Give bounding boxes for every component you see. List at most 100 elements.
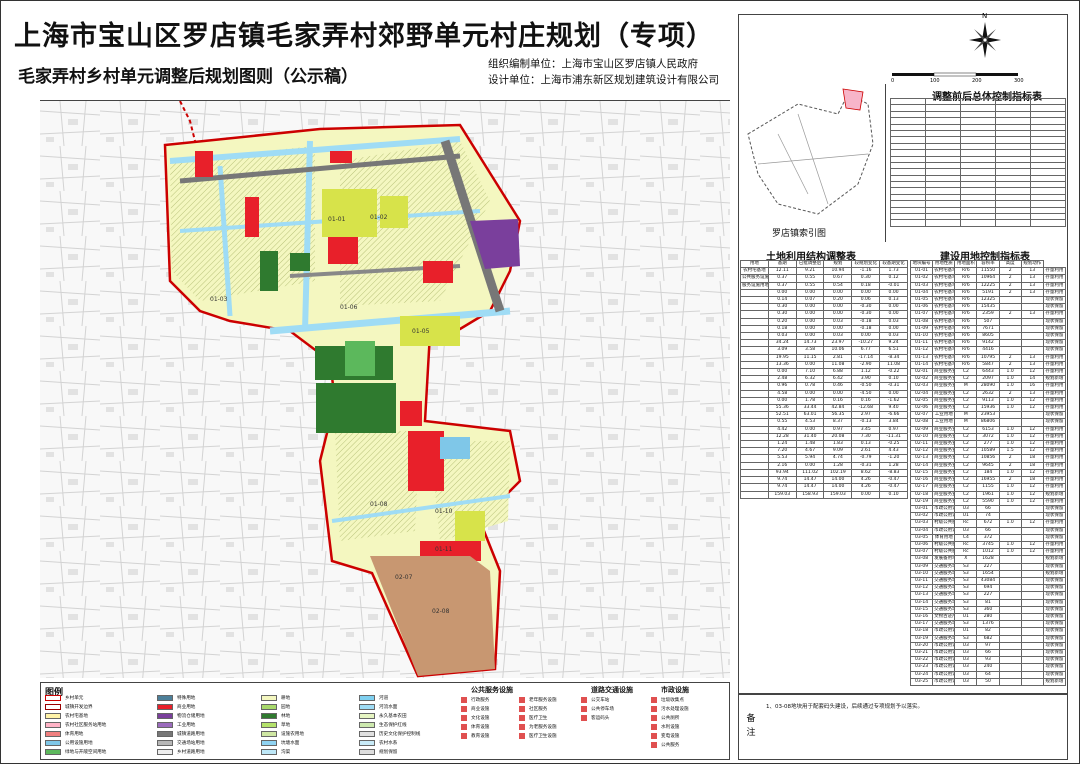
- table-cell: 0.00: [767, 368, 797, 377]
- table-cell: 03-06: [909, 540, 934, 550]
- table-cell: 111.02: [795, 468, 825, 478]
- table-cell: 1.0: [998, 497, 1022, 506]
- table-cell: 存量利用: [1042, 396, 1067, 406]
- table-cell: 1.78: [795, 396, 825, 406]
- commercial-block-7: [408, 431, 444, 491]
- legend-label: 行政服务: [471, 698, 490, 703]
- landuse-row: 159.03 158.93 159.03 0.00 0.10: [740, 490, 908, 499]
- table-cell: [740, 476, 769, 485]
- table-cell: 5191: [976, 288, 1000, 298]
- construction-row: 03-17交通服务场站用地S31376 现状保留: [909, 620, 1067, 629]
- landuse-row: 13.36 0.00 11.08 -2.90 11.08: [740, 360, 908, 370]
- facility-icon: [461, 697, 467, 703]
- table-cell: 12: [1020, 447, 1044, 456]
- construction-row: 03-23市政公用设施用地U3240 现状保留: [909, 663, 1067, 672]
- legend-item: 垃圾收集点: [651, 697, 684, 703]
- legend-label: 文化设施: [471, 716, 490, 721]
- landuse-row: 1.24 1.48 1.83 0.13 -0.25: [740, 440, 908, 449]
- table-cell: 村级公共服务设施用地: [932, 540, 956, 550]
- table-cell: 现状保留: [1042, 641, 1067, 650]
- legend-label: 沟渠: [281, 750, 291, 755]
- table-cell: [740, 432, 769, 442]
- table-cell: 商业服务业用地: [932, 382, 956, 391]
- legend-label: 河道: [379, 696, 389, 701]
- table-cell: [740, 368, 769, 377]
- table-cell: 15435: [976, 303, 1000, 312]
- parcel-label: 01-05: [412, 328, 430, 335]
- legend-label: 城镇道路用地: [177, 732, 205, 737]
- table-cell: 52.51: [767, 411, 797, 420]
- table-cell: [1020, 504, 1044, 514]
- table-cell: 交通服务场站用地: [932, 569, 956, 578]
- organizing-unit: 组织编制单位：上海市宝山区罗店镇人民政府: [488, 58, 698, 70]
- table-cell: Rc: [954, 548, 978, 557]
- legend-label: 水利设施: [661, 725, 680, 730]
- table-cell: 12: [1020, 425, 1044, 434]
- table-cell: [998, 504, 1022, 514]
- legend-swatch: [261, 695, 277, 701]
- table-cell: 02-18: [909, 490, 934, 499]
- landuse-row: 7.20 4.67 9.09 2.61 4.43: [740, 447, 908, 456]
- table-cell: 4416: [976, 346, 1000, 355]
- table-cell: 14.47: [795, 483, 825, 492]
- table-cell: 0.97: [823, 425, 853, 434]
- table-cell: C2: [954, 447, 978, 456]
- parcel-label: 02-08: [432, 608, 450, 615]
- table-cell: 2359: [976, 310, 1000, 319]
- table-cell: 02-07: [909, 411, 934, 420]
- table-cell: 10795: [976, 353, 1000, 362]
- construction-row: 03-07村级公共服务设施用地Rc10121.012存量利用: [909, 548, 1067, 557]
- table-cell: [1020, 339, 1044, 348]
- table-cell: 10.06: [823, 346, 853, 355]
- construction-row: 02-02商业服务业用地C220971.014规划新增: [909, 375, 1067, 384]
- table-cell: 56.35: [823, 411, 853, 420]
- table-cell: 市政公用设施用地: [932, 663, 956, 672]
- table-cell: [740, 447, 769, 456]
- table-cell: 03-01: [909, 504, 934, 514]
- table-cell: 商业服务业用地: [932, 447, 956, 456]
- table-cell: 农村宅基地: [932, 353, 956, 362]
- table-cell: 9113: [976, 396, 1000, 406]
- table-cell: 2: [998, 353, 1022, 362]
- legend-label: 社区服务: [529, 707, 548, 712]
- legend-item: 城镇开发边界: [45, 704, 93, 710]
- parcel-label: 02-07: [395, 574, 413, 581]
- table-cell: [1020, 411, 1044, 420]
- table-cell: 现状保留: [1042, 663, 1067, 672]
- table-cell: -0.01: [879, 281, 908, 290]
- table-cell: 02-02: [909, 375, 934, 384]
- legend-swatch: [157, 731, 173, 737]
- table-cell: 1.5: [998, 447, 1022, 456]
- table-cell: 9.74: [767, 476, 797, 485]
- table-cell: U3: [954, 677, 978, 686]
- table-cell: 2: [998, 288, 1022, 298]
- table-cell: Rr6: [954, 274, 978, 283]
- table-cell: C2: [954, 497, 978, 506]
- table-cell: 0.00: [823, 389, 853, 398]
- legend-label: 公共服务: [661, 743, 680, 748]
- table-cell: -8.83: [879, 468, 908, 478]
- construction-row: 01-09 农村宅基地 Rr6 7671 现状保留: [909, 324, 1067, 334]
- table-cell: 0.16: [851, 396, 881, 406]
- construction-row: 03-12交通服务场站用地S3694 现状保留: [909, 584, 1067, 593]
- table-cell: 商业服务业用地: [932, 432, 956, 442]
- table-cell: 01-11: [909, 339, 934, 348]
- table-cell: S3: [954, 591, 978, 600]
- legend-label: 生态保护红线: [379, 723, 407, 728]
- table-header-cell: 已批调整后: [795, 259, 825, 269]
- table-cell: 0.00: [795, 288, 825, 298]
- table-cell: 03-16: [909, 612, 934, 622]
- table-cell: C2: [954, 468, 978, 478]
- legend-swatch: [45, 731, 61, 737]
- table-cell: 存量利用: [1042, 368, 1067, 377]
- table-cell: 2.61: [851, 447, 881, 456]
- table-cell: 6.32: [795, 375, 825, 384]
- table-cell: 0.00: [823, 288, 853, 298]
- table-header-cell: 较规划变化: [851, 259, 881, 269]
- landuse-row: 0.14 0.07 0.20 0.06 0.13: [740, 296, 908, 305]
- table-cell: 0.00: [767, 396, 797, 406]
- table-cell: 存量利用: [1042, 288, 1067, 298]
- table-cell: 5.53: [767, 454, 797, 463]
- construction-row: 01-13 农村宅基地 Rr6 10795 2 13 存量利用: [909, 353, 1067, 362]
- table-cell: [1020, 317, 1044, 326]
